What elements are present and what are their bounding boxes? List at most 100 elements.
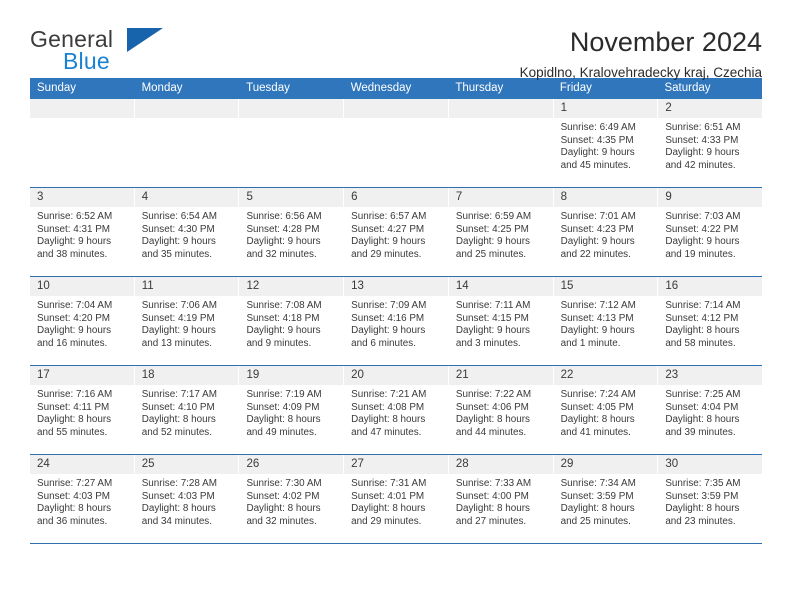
sunset-time: Sunset: 4:10 PM	[141, 401, 215, 413]
daylight-duration-line1: Daylight: 8 hours	[246, 414, 321, 426]
calendar-day-cell[interactable]: 21 Sunrise: 7:22 AM Sunset: 4:06 PM Dayligh…	[448, 366, 554, 454]
calendar-day-cell[interactable]: 8 Sunrise: 7:01 AM Sunset: 4:23 PM Daylight…	[553, 188, 659, 276]
day-number	[448, 99, 553, 118]
sunset-time: Sunset: 4:30 PM	[141, 223, 215, 235]
daylight-duration-line2: and 29 minutes.	[351, 515, 422, 527]
calendar-day-cell[interactable]: 1 Sunrise: 6:49 AM Sunset: 4:35 PM Daylight…	[553, 99, 659, 187]
sunrise-time: Sunrise: 7:08 AM	[246, 300, 322, 311]
day-number: 9	[658, 188, 763, 207]
day-number	[134, 99, 239, 118]
daylight-duration-line1: Daylight: 9 hours	[141, 236, 216, 248]
daylight-duration-line1: Daylight: 9 hours	[246, 236, 321, 248]
calendar-day-cell[interactable]: 18 Sunrise: 7:17 AM Sunset: 4:10 PM Dayligh…	[134, 366, 240, 454]
day-number: 14	[448, 277, 553, 296]
day-number: 26	[239, 455, 344, 474]
sunset-time: Sunset: 4:35 PM	[560, 134, 634, 146]
sunrise-time: Sunrise: 7:21 AM	[351, 389, 427, 400]
day-details: Sunrise: 7:28 AM Sunset: 4:03 PM Daylight:…	[135, 474, 239, 528]
sunrise-time: Sunrise: 7:03 AM	[665, 211, 741, 222]
calendar-day-cell[interactable]: 13 Sunrise: 7:09 AM Sunset: 4:16 PM Dayligh…	[344, 277, 449, 365]
calendar-day-cell[interactable]: 28 Sunrise: 7:33 AM Sunset: 4:00 PM Dayligh…	[448, 455, 554, 543]
daylight-duration-line2: and 41 minutes.	[560, 426, 631, 438]
daylight-duration-line2: and 22 minutes.	[560, 248, 631, 260]
sunrise-time: Sunrise: 7:31 AM	[351, 478, 427, 489]
brand-logo[interactable]: General Blue	[30, 26, 230, 82]
day-number: 7	[448, 188, 553, 207]
daylight-duration-line2: and 27 minutes.	[455, 515, 527, 527]
day-details: Sunrise: 7:16 AM Sunset: 4:11 PM Daylight:…	[30, 385, 134, 439]
daylight-duration-line2: and 49 minutes.	[246, 426, 317, 438]
calendar-day-cell[interactable]: 27 Sunrise: 7:31 AM Sunset: 4:01 PM Dayligh…	[344, 455, 449, 543]
brand-name-blue: Blue	[63, 48, 110, 74]
calendar-day-cell[interactable]: 26 Sunrise: 7:30 AM Sunset: 4:02 PM Dayligh…	[239, 455, 345, 543]
sunrise-time: Sunrise: 7:24 AM	[560, 389, 636, 400]
calendar-day-cell[interactable]: 2 Sunrise: 6:51 AM Sunset: 4:33 PM Daylight…	[658, 99, 763, 187]
day-details: Sunrise: 7:30 AM Sunset: 4:02 PM Daylight:…	[239, 474, 343, 528]
calendar-day-cell[interactable]: 10 Sunrise: 7:04 AM Sunset: 4:20 PM Dayligh…	[30, 277, 135, 365]
daylight-duration-line1: Daylight: 9 hours	[455, 325, 530, 337]
daylight-duration-line1: Daylight: 9 hours	[37, 325, 112, 337]
calendar-page: General Blue November 2024 Kopidlno, Kra…	[0, 0, 792, 612]
sunset-time: Sunset: 4:12 PM	[665, 312, 739, 324]
sunrise-time: Sunrise: 7:22 AM	[455, 389, 532, 400]
sunrise-time: Sunrise: 6:56 AM	[246, 211, 322, 222]
daylight-duration-line2: and 25 minutes.	[455, 248, 527, 260]
calendar-day-cell[interactable]: 14 Sunrise: 7:11 AM Sunset: 4:15 PM Dayligh…	[448, 277, 554, 365]
sunrise-time: Sunrise: 7:16 AM	[37, 389, 113, 400]
weekday-tuesday: Tuesday	[246, 82, 290, 94]
calendar-day-cell[interactable]: 12 Sunrise: 7:08 AM Sunset: 4:18 PM Dayligh…	[239, 277, 345, 365]
daylight-duration-line1: Daylight: 8 hours	[37, 414, 112, 426]
calendar-day-cell[interactable]: 17 Sunrise: 7:16 AM Sunset: 4:11 PM Dayligh…	[30, 366, 135, 454]
daylight-duration-line2: and 42 minutes.	[665, 159, 736, 171]
calendar-day-cell[interactable]: 29 Sunrise: 7:34 AM Sunset: 3:59 PM Dayligh…	[553, 455, 659, 543]
sunrise-time: Sunrise: 7:19 AM	[246, 389, 322, 400]
sunset-time: Sunset: 4:18 PM	[246, 312, 320, 324]
daylight-duration-line1: Daylight: 9 hours	[37, 236, 112, 248]
calendar-day-cell[interactable]: 16 Sunrise: 7:14 AM Sunset: 4:12 PM Dayligh…	[658, 277, 763, 365]
sunset-time: Sunset: 4:27 PM	[351, 223, 425, 235]
calendar-day-cell[interactable]: 11 Sunrise: 7:06 AM Sunset: 4:19 PM Dayligh…	[134, 277, 240, 365]
calendar-day-cell[interactable]: 22 Sunrise: 7:24 AM Sunset: 4:05 PM Dayligh…	[553, 366, 659, 454]
day-details: Sunrise: 6:56 AM Sunset: 4:28 PM Daylight:…	[239, 207, 343, 261]
daylight-duration-line1: Daylight: 8 hours	[455, 503, 530, 515]
calendar-day-cell[interactable]: 15 Sunrise: 7:12 AM Sunset: 4:13 PM Dayligh…	[553, 277, 659, 365]
calendar-day-cell[interactable]: 7 Sunrise: 6:59 AM Sunset: 4:25 PM Daylight…	[448, 188, 554, 276]
calendar-day-cell[interactable]: 24 Sunrise: 7:27 AM Sunset: 4:03 PM Dayligh…	[30, 455, 135, 543]
calendar-day-cell[interactable]: 4 Sunrise: 6:54 AM Sunset: 4:30 PM Daylight…	[134, 188, 240, 276]
sunset-time: Sunset: 4:33 PM	[665, 134, 739, 146]
day-number: 21	[448, 366, 553, 385]
daylight-duration-line1: Daylight: 8 hours	[351, 503, 426, 515]
calendar-day-cell[interactable]: 5 Sunrise: 6:56 AM Sunset: 4:28 PM Daylight…	[239, 188, 345, 276]
daylight-duration-line1: Daylight: 9 hours	[455, 236, 530, 248]
day-number	[344, 99, 448, 118]
day-details: Sunrise: 6:49 AM Sunset: 4:35 PM Daylight:…	[554, 118, 658, 172]
daylight-duration-line1: Daylight: 8 hours	[37, 503, 112, 515]
calendar-day-cell[interactable]: 30 Sunrise: 7:35 AM Sunset: 3:59 PM Dayligh…	[658, 455, 763, 543]
sunset-time: Sunset: 4:05 PM	[560, 401, 634, 413]
sunset-time: Sunset: 4:02 PM	[246, 490, 320, 502]
day-details: Sunrise: 6:52 AM Sunset: 4:31 PM Daylight:…	[30, 207, 134, 261]
daylight-duration-line2: and 13 minutes.	[141, 337, 212, 349]
day-number: 15	[553, 277, 658, 296]
sunset-time: Sunset: 4:20 PM	[37, 312, 111, 324]
day-details: Sunrise: 7:11 AM Sunset: 4:15 PM Daylight:…	[449, 296, 553, 350]
calendar-day-cell[interactable]: 19 Sunrise: 7:19 AM Sunset: 4:09 PM Dayligh…	[239, 366, 345, 454]
daylight-duration-line1: Daylight: 8 hours	[141, 414, 216, 426]
daylight-duration-line1: Daylight: 8 hours	[351, 414, 426, 426]
day-number: 29	[553, 455, 658, 474]
calendar-day-cell[interactable]: 20 Sunrise: 7:21 AM Sunset: 4:08 PM Dayligh…	[344, 366, 449, 454]
calendar-day-cell[interactable]: 9 Sunrise: 7:03 AM Sunset: 4:22 PM Daylight…	[658, 188, 763, 276]
calendar-day-cell[interactable]: 6 Sunrise: 6:57 AM Sunset: 4:27 PM Daylight…	[344, 188, 449, 276]
calendar-day-cell[interactable]: 25 Sunrise: 7:28 AM Sunset: 4:03 PM Dayligh…	[134, 455, 240, 543]
calendar-day-cell[interactable]: 23 Sunrise: 7:25 AM Sunset: 4:04 PM Dayligh…	[658, 366, 763, 454]
calendar-day-cell[interactable]: 3 Sunrise: 6:52 AM Sunset: 4:31 PM Daylight…	[30, 188, 135, 276]
sunset-time: Sunset: 4:16 PM	[351, 312, 425, 324]
sunset-time: Sunset: 4:25 PM	[455, 223, 529, 235]
daylight-duration-line2: and 19 minutes.	[665, 248, 736, 260]
sunset-time: Sunset: 4:04 PM	[665, 401, 739, 413]
calendar-week-row: 1 Sunrise: 6:49 AM Sunset: 4:35 PM Daylight…	[30, 99, 763, 188]
calendar-week-row: 3 Sunrise: 6:52 AM Sunset: 4:31 PM Daylight…	[30, 188, 763, 277]
daylight-duration-line2: and 39 minutes.	[665, 426, 736, 438]
sunset-time: Sunset: 4:01 PM	[351, 490, 425, 502]
day-number: 27	[344, 455, 448, 474]
